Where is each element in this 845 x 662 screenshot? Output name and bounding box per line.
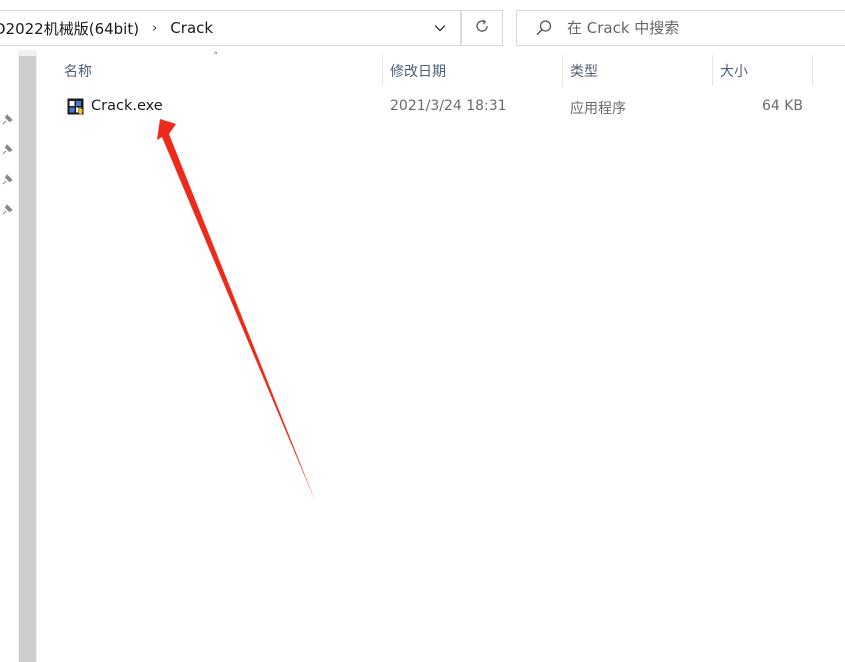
refresh-button[interactable] xyxy=(461,10,503,46)
column-divider[interactable] xyxy=(562,55,563,86)
breadcrumb-current-folder[interactable]: Crack xyxy=(170,19,213,37)
refresh-icon xyxy=(474,18,490,38)
pin-icon[interactable] xyxy=(0,172,14,186)
search-input[interactable] xyxy=(567,19,827,37)
search-icon xyxy=(535,19,553,37)
scrollbar-thumb[interactable] xyxy=(19,56,36,662)
column-header-size[interactable]: 大小 xyxy=(714,55,812,86)
column-divider[interactable] xyxy=(712,55,713,86)
breadcrumb-parent-folder[interactable]: D2022机械版(64bit) xyxy=(0,18,139,39)
column-divider[interactable] xyxy=(812,55,813,86)
breadcrumb-chevron-right-icon[interactable]: › xyxy=(152,21,157,36)
column-header-modified-label: 修改日期 xyxy=(390,63,446,80)
column-header-size-label: 大小 xyxy=(720,63,748,80)
column-header-type-label: 类型 xyxy=(570,63,598,80)
address-bar[interactable]: D2022机械版(64bit) › Crack xyxy=(0,10,461,46)
file-size: 64 KB xyxy=(761,98,803,114)
pin-icon[interactable] xyxy=(0,142,14,156)
pin-icon[interactable] xyxy=(0,202,14,216)
column-header-name-label: 名称 xyxy=(64,63,92,80)
column-header-modified[interactable]: 修改日期 xyxy=(384,55,562,86)
pin-icon[interactable] xyxy=(0,112,14,126)
column-header-name[interactable]: 名称 xyxy=(58,55,382,86)
column-divider[interactable] xyxy=(382,55,383,86)
address-history-chevron-down-icon[interactable] xyxy=(432,20,448,36)
search-box[interactable] xyxy=(516,10,845,46)
navigation-pane xyxy=(0,50,18,662)
file-type: 应用程序 xyxy=(570,101,626,117)
exe-app-icon xyxy=(67,98,84,115)
file-row[interactable]: Crack.exe 2021/3/24 18:31 应用程序 64 KB xyxy=(58,94,818,120)
file-name: Crack.exe xyxy=(91,98,163,114)
column-header-type[interactable]: 类型 xyxy=(564,55,712,86)
file-modified-date: 2021/3/24 18:31 xyxy=(390,98,507,114)
